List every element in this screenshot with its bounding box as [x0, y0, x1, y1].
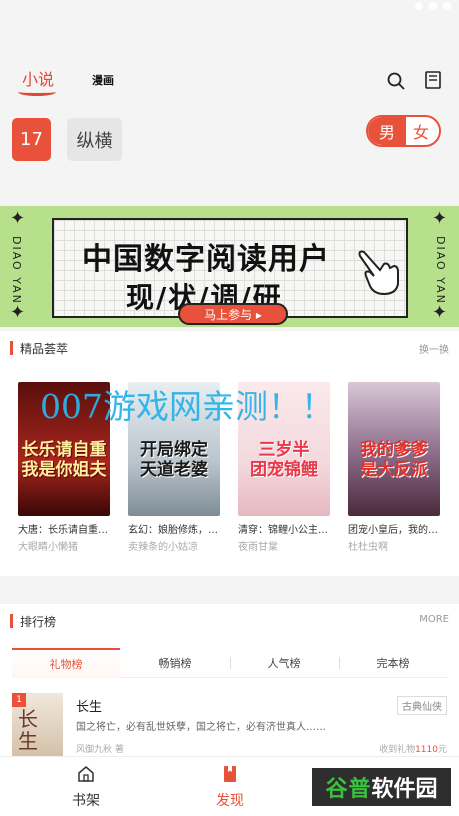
book-title: 大唐：长乐请自重…	[18, 525, 108, 536]
rank-item-gift: 收到礼物1110元	[379, 742, 447, 755]
rank-item-title[interactable]: 长生	[76, 696, 102, 715]
discover-icon	[224, 766, 236, 782]
wifi-icon	[415, 2, 423, 10]
gender-toggle[interactable]: 男 女	[366, 115, 441, 147]
top-header: 小说 漫画 17 纵横 男 女	[0, 14, 459, 174]
sparkle-icon: ✦	[432, 302, 448, 323]
gender-male-option[interactable]: 男	[368, 117, 406, 145]
book-card[interactable]: 我的爹爹 是大反派 团宠小皇后，我的… 杜杜虫啊	[348, 382, 440, 553]
tab-bestseller-rank[interactable]: 畅销榜	[121, 648, 229, 678]
signal-icon	[429, 2, 437, 10]
banner-headline: 中国数字阅读用户	[82, 242, 330, 277]
banner-join-button[interactable]: 马上参与 ▸	[178, 303, 288, 325]
banner-side-text-right: DIAO YAN	[434, 236, 447, 305]
ranking-title: 排行榜	[20, 615, 57, 629]
book-title: 玄幻：娘胎修炼，…	[128, 525, 218, 536]
book-author: 卖辣条的小姑凉	[128, 542, 198, 553]
ranking-section: 排行榜 MORE 礼物榜 畅销榜 人气榜 完本榜 1 长 生 长生 古典仙侠 国…	[0, 604, 459, 756]
nav-bookshelf-label: 书架	[72, 793, 100, 809]
rank-item-desc: 国之将亡，必有乱世妖孽，国之将亡，必有济世真人……	[76, 722, 326, 733]
book-author: 大眼睛小懒猪	[18, 542, 78, 553]
ranking-tabs: 礼物榜 畅销榜 人气榜 完本榜	[12, 648, 448, 678]
section-marker	[10, 614, 13, 628]
tab-comic[interactable]: 漫画	[92, 72, 114, 88]
nav-discover[interactable]: 发现	[200, 765, 260, 810]
featured-section: 精品荟萃 换一换 长乐请自重 我是你姐夫 大唐：长乐请自重… 大眼睛小懒猪 开局…	[0, 331, 459, 576]
book-author: 夜雨甘棠	[238, 542, 278, 553]
tab-completed-rank[interactable]: 完本榜	[339, 648, 447, 678]
category-17[interactable]: 17	[12, 118, 51, 161]
rank-item-author: 风御九秋 著	[76, 745, 124, 755]
banner-side-text-left: DIAO YAN	[10, 236, 23, 305]
sparkle-icon: ✦	[10, 208, 26, 229]
sparkle-icon: ✦	[10, 302, 26, 323]
book-title: 清穿：锦鲤小公主…	[238, 525, 328, 536]
nav-discover-label: 发现	[216, 793, 244, 809]
section-marker	[10, 341, 13, 355]
refresh-button[interactable]: 换一换	[419, 341, 449, 356]
book-author: 杜杜虫啊	[348, 542, 388, 553]
cover-title: 开局绑定 天道老婆	[140, 440, 208, 480]
category-zongheng[interactable]: 纵横	[67, 118, 122, 161]
gift-prefix: 收到礼物	[379, 745, 416, 755]
featured-title: 精品荟萃	[20, 342, 69, 356]
tab-novel[interactable]: 小说	[22, 66, 54, 90]
tab-gift-rank[interactable]: 礼物榜	[12, 648, 120, 678]
rank-badge: 1	[12, 693, 26, 707]
rank-item-genre: 古典仙侠	[397, 696, 447, 715]
pointing-hand-icon	[358, 250, 399, 296]
tab-popular-rank[interactable]: 人气榜	[230, 648, 338, 678]
watermark-text: 007游戏网亲测！！	[40, 387, 334, 426]
logo-text-white: 软件园	[371, 777, 438, 802]
status-bar	[0, 0, 459, 14]
book-title: 团宠小皇后，我的…	[348, 525, 438, 536]
cover-title: 我的爹爹 是大反派	[360, 440, 428, 480]
cover-title: 长乐请自重 我是你姐夫	[21, 440, 107, 480]
bookshelf-icon[interactable]	[425, 71, 441, 89]
battery-icon	[443, 2, 451, 10]
sparkle-icon: ✦	[432, 208, 448, 229]
nav-bookshelf[interactable]: 书架	[56, 765, 116, 810]
tab-active-indicator	[18, 88, 56, 96]
ranking-more-link[interactable]: MORE	[419, 614, 449, 625]
logo-text-green: 谷普	[325, 777, 372, 802]
cover-title: 三岁半 团宠锦鲤	[250, 440, 318, 480]
gender-female-option[interactable]: 女	[403, 117, 439, 145]
gift-amount: 1110	[415, 745, 438, 755]
home-icon	[78, 766, 94, 782]
search-icon[interactable]	[387, 72, 405, 90]
site-logo: 谷普 软件园	[312, 768, 451, 806]
book-cover: 我的爹爹 是大反派	[348, 382, 440, 516]
gift-unit: 元	[437, 745, 447, 755]
rank-cover-title: 长 生	[18, 707, 38, 753]
